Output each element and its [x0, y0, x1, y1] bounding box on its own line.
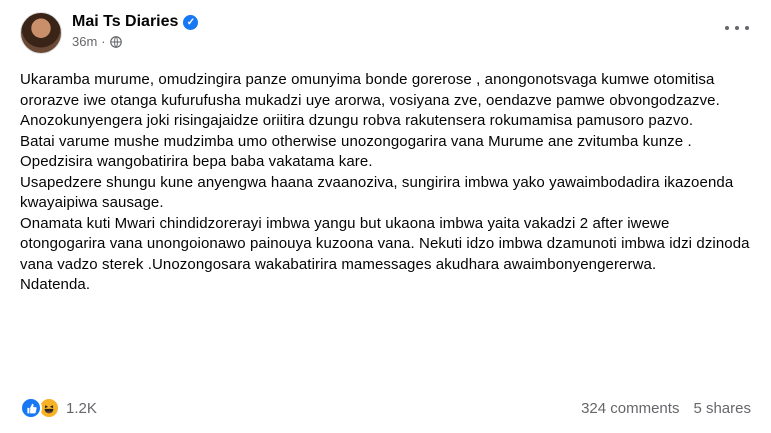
post-meta: Mai Ts Diaries ✓ 36m · [72, 13, 199, 49]
post-time[interactable]: 36m [72, 34, 97, 49]
like-reaction-icon [20, 397, 42, 419]
reaction-count[interactable]: 1.2K [66, 400, 97, 417]
author-name[interactable]: Mai Ts Diaries [72, 13, 178, 31]
facebook-post: Mai Ts Diaries ✓ 36m · Ukaramba murume, … [0, 0, 771, 433]
post-header: Mai Ts Diaries ✓ 36m · [20, 12, 199, 54]
avatar[interactable] [20, 12, 62, 54]
author-row: Mai Ts Diaries ✓ [72, 13, 199, 31]
more-options-icon[interactable] [725, 20, 749, 36]
more-dot [725, 26, 729, 30]
post-paragraph: Usapedzere shungu kune anyengwa haana zv… [20, 173, 734, 212]
comments-count[interactable]: 324 comments [581, 400, 679, 417]
more-dot [735, 26, 739, 30]
separator: · [101, 34, 106, 49]
post-timestamp-row: 36m · [72, 34, 198, 49]
more-dot [745, 26, 749, 30]
post-paragraph: Ndatenda. [20, 276, 91, 293]
reactions-summary[interactable]: 1.2K [20, 397, 97, 419]
post-paragraph: Opedzisira wangobatirira bepa baba vakat… [20, 153, 373, 170]
post-paragraph: Onamata kuti Mwari chindidzorerayi imbwa… [20, 214, 750, 273]
post-paragraph: Batai varume mushe mudzimba umo otherwis… [20, 132, 692, 150]
post-footer: 1.2K 324 comments 5 shares [20, 396, 751, 420]
post-paragraph: Ukaramba murume, omudzingira panze omuny… [20, 71, 720, 129]
verified-badge-icon: ✓ [183, 14, 199, 30]
engagement-stats: 324 comments 5 shares [581, 400, 751, 417]
post-body: Ukaramba murume, omudzingira panze omuny… [20, 70, 755, 296]
shares-count[interactable]: 5 shares [693, 400, 751, 417]
globe-icon[interactable] [109, 35, 122, 48]
